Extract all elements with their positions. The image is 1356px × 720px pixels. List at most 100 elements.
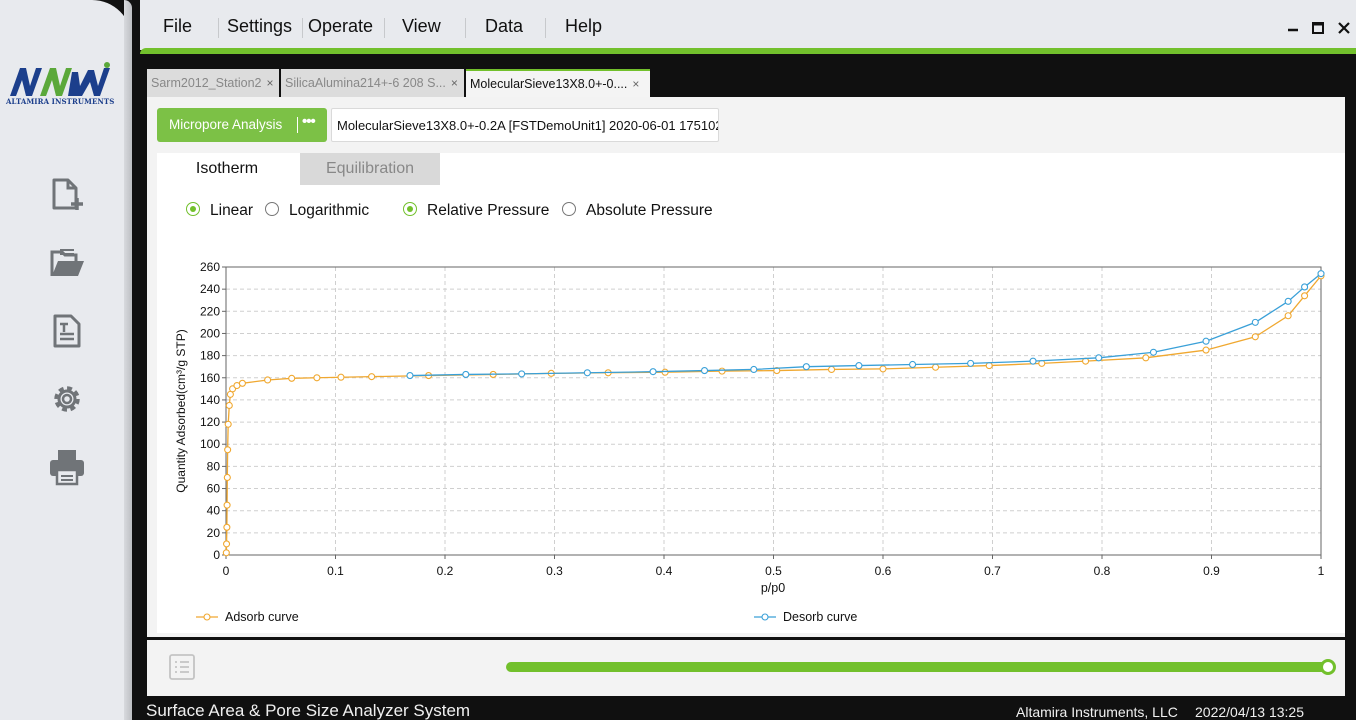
desorb-curve-point [583, 369, 591, 377]
x-tick-label: 0.6 [875, 564, 892, 578]
y-tick-label: 40 [207, 504, 221, 518]
sample-name-field[interactable]: MolecularSieve13X8.0+-0.2A [FSTDemoUnit1… [331, 108, 719, 142]
tab-isotherm[interactable]: Isotherm [157, 153, 297, 185]
radio-logarithmic[interactable]: Logarithmic [265, 202, 369, 220]
menu-operate[interactable]: Operate [308, 16, 373, 37]
menu-bar: File Settings Operate View Data Help [140, 0, 1356, 50]
y-tick-label: 260 [200, 260, 220, 274]
tab-sarm2012-station2[interactable]: Sarm2012_Station2 × [147, 69, 279, 97]
adsorb-curve-point [368, 373, 376, 381]
y-tick-label: 100 [200, 437, 220, 451]
desorb-curve-point [649, 368, 657, 376]
adsorb-curve-point [264, 376, 272, 384]
radio-linear[interactable]: Linear [186, 202, 253, 220]
report-icon[interactable] [46, 310, 88, 352]
desorb-curve-point [802, 363, 810, 371]
menu-help[interactable]: Help [565, 16, 602, 37]
settings-gear-icon[interactable] [46, 378, 88, 420]
menu-separator [465, 18, 466, 38]
adsorb-curve-point [879, 365, 887, 373]
x-axis-label: p/p0 [761, 581, 785, 595]
log-list-icon[interactable] [168, 653, 196, 681]
tab-silica-alumina[interactable]: SilicaAlumina214+-6 208 S... × [281, 69, 464, 97]
x-tick-label: 0.2 [437, 564, 454, 578]
adsorb-curve-point [1301, 292, 1309, 300]
adsorb-curve-point [225, 401, 233, 410]
adsorb-curve-point [222, 540, 231, 548]
radio-label: Relative Pressure [427, 202, 550, 219]
x-tick-label: 0 [223, 564, 230, 578]
desorb-curve-point [1317, 270, 1325, 278]
menu-view[interactable]: View [402, 16, 441, 37]
menu-data[interactable]: Data [485, 16, 523, 37]
tab-label: MolecularSieve13X8.0+-0.... [470, 77, 628, 91]
y-tick-label: 180 [200, 349, 220, 363]
desorb-curve-point [967, 359, 975, 367]
chart-grid [226, 267, 1321, 555]
desorb-curve-point [406, 372, 414, 380]
minimize-icon[interactable] [1283, 18, 1303, 38]
adsorb-curve-point [223, 473, 231, 482]
radio-relative-pressure[interactable]: Relative Pressure [403, 202, 549, 220]
tab-molecular-sieve[interactable]: MolecularSieve13X8.0+-0.... × [466, 69, 650, 97]
menu-file[interactable]: File [163, 16, 192, 37]
legend-swatch-marker [761, 613, 769, 621]
desorb-curve-point [518, 370, 526, 378]
tab-label: Sarm2012_Station2 [151, 76, 262, 90]
legend-label: Adsorb curve [225, 610, 299, 624]
y-tick-label: 80 [207, 459, 221, 473]
adsorb-curve-point [985, 362, 993, 370]
new-file-icon[interactable] [46, 174, 88, 216]
close-icon[interactable] [1334, 18, 1354, 38]
open-folder-icon[interactable] [46, 242, 88, 284]
adsorb-curve-point [337, 373, 345, 381]
desorb-curve-point [700, 367, 709, 375]
x-tick-label: 0.4 [656, 564, 673, 578]
y-tick-label: 60 [207, 482, 221, 496]
menu-accent-bar [140, 48, 1356, 54]
desorb-curve-point [1284, 297, 1292, 305]
isotherm-chart: 0 0.1 0.2 0.3 0.4 0.5 0.6 0.7 0.8 0.9 1 0 20 40 60 80 10… [174, 260, 1325, 624]
adsorb-curve-point [827, 365, 836, 374]
app-window: ALTAMIRA INSTRUMENTS File Settings Opera… [0, 0, 1356, 720]
menu-settings[interactable]: Settings [227, 16, 292, 37]
printer-icon[interactable] [46, 446, 88, 488]
chart-legend: Adsorb curve Desorb curve [196, 610, 857, 624]
status-company: Altamira Instruments, LLC [1016, 704, 1178, 720]
desorb-curve-point [1029, 357, 1037, 365]
tab-close-icon[interactable]: × [451, 76, 458, 90]
adsorb-curve-point [1284, 312, 1292, 320]
status-datetime: 2022/04/13 13:25 [1195, 704, 1304, 720]
x-tick-label: 0.8 [1094, 564, 1111, 578]
adsorb-curve-point [222, 549, 230, 557]
x-tick-label: 0.1 [327, 564, 344, 578]
radio-label: Linear [210, 202, 254, 219]
radio-absolute-pressure[interactable]: Absolute Pressure [562, 202, 713, 220]
menu-separator [545, 18, 546, 38]
adsorb-curve-point [224, 446, 232, 454]
radio-selected-icon [403, 202, 417, 216]
status-app-title: Surface Area & Pore Size Analyzer System [146, 701, 471, 720]
tab-close-icon[interactable]: × [632, 77, 639, 91]
legend-label: Desorb curve [783, 610, 857, 624]
adsorb-curve-point [223, 523, 231, 531]
logo-caption: ALTAMIRA INSTRUMENTS [6, 97, 115, 106]
y-tick-label: 120 [200, 415, 220, 429]
more-options-icon[interactable]: ••• [302, 113, 316, 130]
adsorb-curve-point [238, 379, 246, 387]
adsorb-curve-point [224, 420, 232, 428]
radio-unselected-icon [562, 202, 576, 216]
adsorb-curve-point [1202, 346, 1210, 354]
y-tick-label: 220 [200, 304, 220, 318]
mode-separator [297, 117, 298, 133]
micropore-analysis-button[interactable]: Micropore Analysis ••• [157, 108, 327, 142]
adsorb-curve-point [1251, 333, 1259, 341]
progress-handle[interactable] [1320, 659, 1336, 675]
tab-equilibration[interactable]: Equilibration [300, 153, 440, 185]
y-tick-label: 20 [207, 526, 221, 540]
menu-separator [218, 18, 219, 38]
maximize-icon[interactable] [1308, 18, 1328, 38]
tab-close-icon[interactable]: × [267, 76, 274, 90]
y-axis-label: Quantity Adsorbed(cm³/g STP) [174, 329, 188, 492]
desorb-curve-point [462, 370, 470, 378]
